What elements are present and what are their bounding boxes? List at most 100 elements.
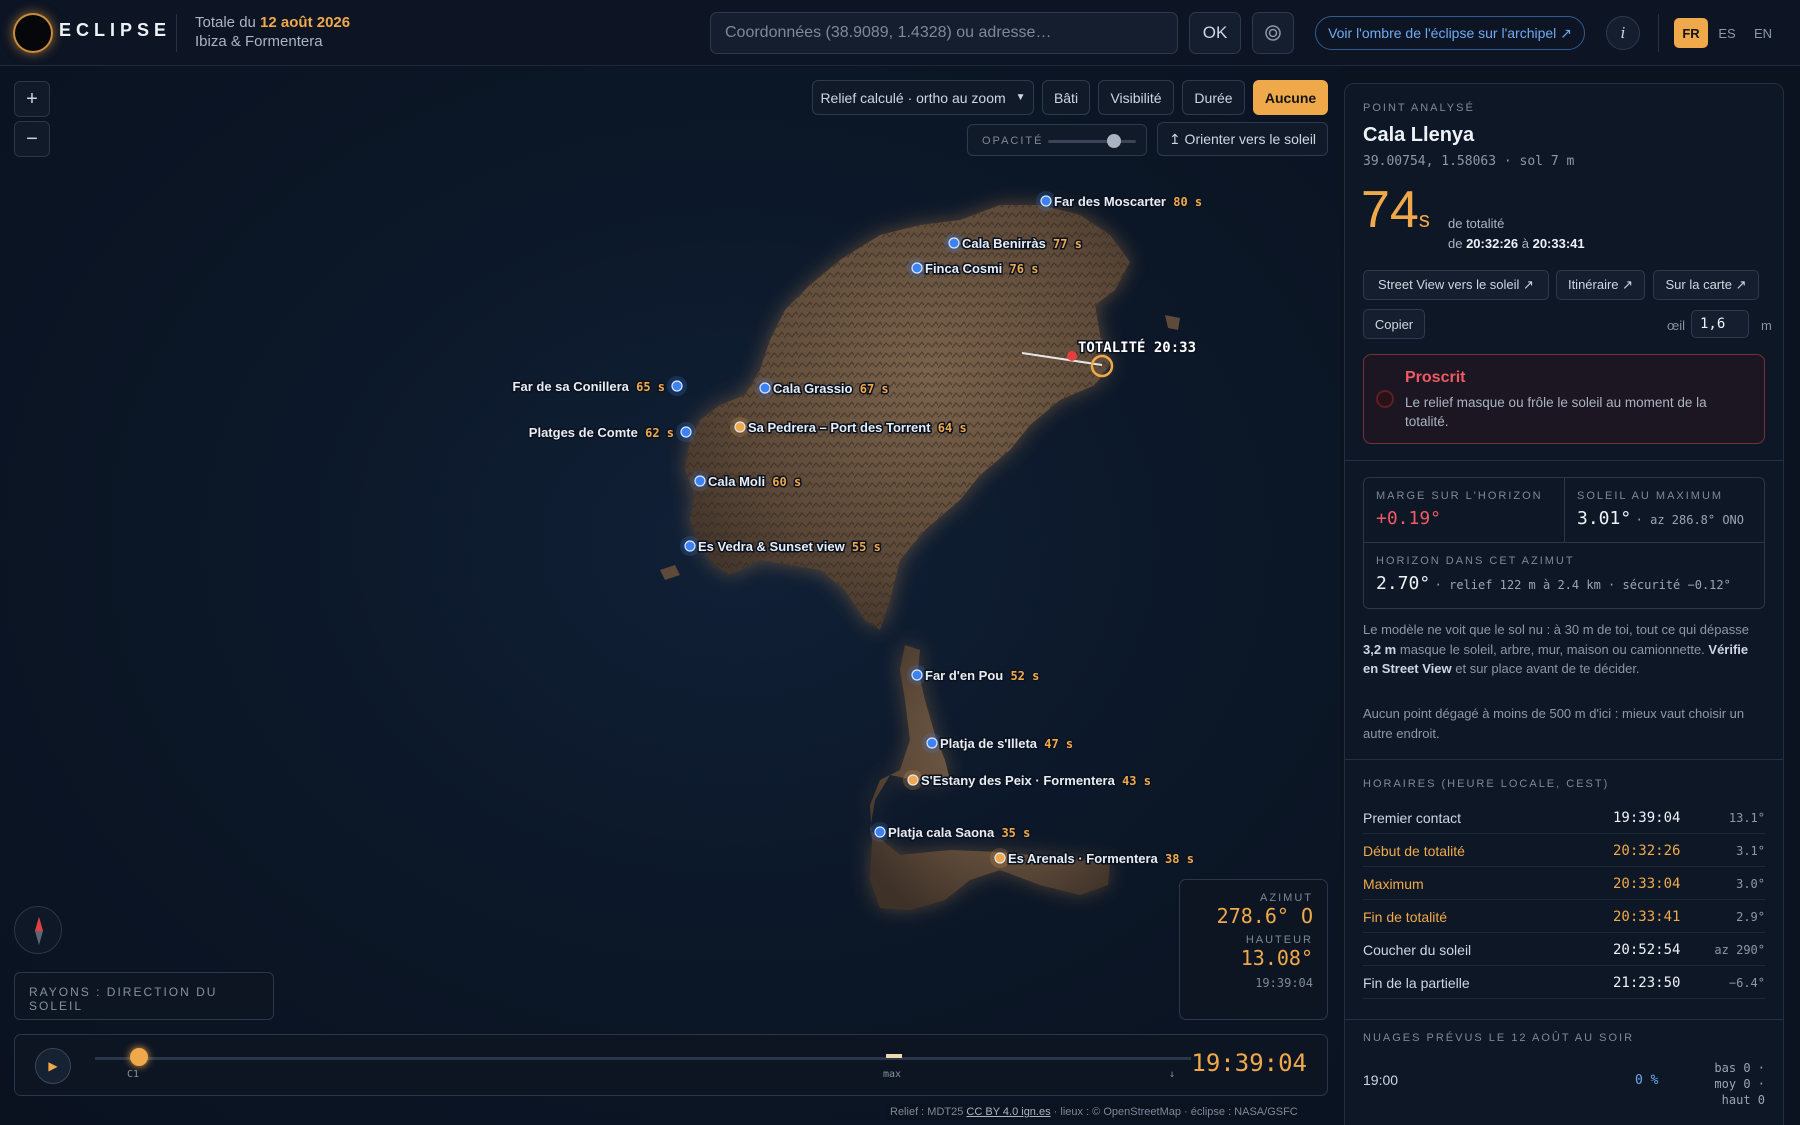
- sunmax-value: 3.01°: [1577, 508, 1632, 529]
- show-on-map-button[interactable]: Sur la carte ↗: [1653, 270, 1759, 300]
- rays-legend: RAYONS : DIRECTION DU SOLEIL: [14, 972, 274, 1020]
- place-name-label: Cala Benirràs 77 s: [962, 236, 1082, 251]
- place-dot[interactable]: [684, 540, 696, 552]
- place-duration-label: 52 s: [1003, 669, 1039, 683]
- relief-select-value: Relief calculé · ortho au zoom: [820, 89, 1006, 106]
- recommended-place-dot[interactable]: [734, 421, 746, 433]
- place-name-label: Far des Moscarter 80 s: [1054, 194, 1202, 209]
- place-marker[interactable]: Platja cala Saona 35 s: [870, 822, 1032, 842]
- eclipse-logo-icon: [15, 15, 51, 51]
- sun-position-box: AZIMUT 278.6° O HAUTEUR 13.08° 19:39:04: [1179, 879, 1328, 1020]
- cloud-low: bas 0 ·: [1714, 1061, 1765, 1075]
- totality-seconds: 74: [1361, 181, 1419, 239]
- cloud-percent: 0 %: [1635, 1073, 1659, 1088]
- subtitle-date: 12 août 2026: [260, 14, 351, 31]
- place-dot[interactable]: [694, 475, 706, 487]
- clouds-label: NUAGES PRÉVUS LE 12 AOÛT AU SOIR: [1363, 1032, 1635, 1044]
- divider: [1658, 14, 1659, 52]
- verdict-title: Proscrit: [1405, 369, 1466, 386]
- place-name-label: S'Estany des Peix · Formentera 43 s: [921, 773, 1151, 788]
- eye-height-unit: m: [1761, 318, 1772, 333]
- locate-button[interactable]: [1252, 12, 1294, 54]
- eye-height-input[interactable]: [1691, 310, 1749, 338]
- azimut-value: 278.6° O: [1216, 904, 1313, 928]
- margin-value: +0.19°: [1376, 508, 1442, 529]
- island-map[interactable]: Far des Moscarter 80 s Cala Benirràs 77 s…: [0, 67, 1340, 1125]
- timeline[interactable]: ▶ C1 max ↓ 19:39:04: [14, 1034, 1328, 1096]
- timeline-track[interactable]: [95, 1057, 1191, 1060]
- place-name-label: Far de sa Conillera 65 s: [513, 379, 665, 394]
- eclipse-shadow-link[interactable]: Voir l'ombre de l'éclipse sur l'archipel…: [1315, 16, 1585, 50]
- times-row: Coucher du soleil 20:52:54 az 290°: [1363, 934, 1765, 966]
- opacity-slider-handle[interactable]: [1107, 134, 1121, 148]
- note-height: 3,2 m: [1363, 641, 1397, 657]
- horizon-value: 2.70°: [1376, 573, 1431, 594]
- itinerary-button[interactable]: Itinéraire ↗: [1556, 270, 1645, 300]
- divider: [176, 14, 177, 52]
- totality-time-label: TOTALITÉ 20:33: [1078, 339, 1196, 356]
- place-dot[interactable]: [680, 426, 692, 438]
- times-row-altitude: −6.4°: [1728, 976, 1765, 990]
- place-name-label: Far d'en Pou 52 s: [925, 668, 1039, 683]
- place-dot[interactable]: [1040, 195, 1052, 207]
- verdict-alert: Proscrit Le relief masque ou frôle le so…: [1363, 354, 1765, 444]
- place-marker[interactable]: Es Arenals · Formentera 38 s: [990, 848, 1195, 868]
- place-dot[interactable]: [911, 262, 923, 274]
- layer-bati-button[interactable]: Bâti: [1042, 80, 1090, 115]
- lang-es-button[interactable]: ES: [1710, 18, 1744, 48]
- place-marker[interactable]: S'Estany des Peix · Formentera 43 s: [903, 770, 1152, 790]
- place-dot[interactable]: [759, 382, 771, 394]
- opacity-slider-track[interactable]: [1048, 140, 1136, 143]
- lang-fr-button[interactable]: FR: [1674, 18, 1708, 48]
- times-row-name: Coucher du soleil: [1363, 942, 1472, 958]
- subtitle-place: Ibiza & Formentera: [195, 33, 323, 50]
- margin-label: MARGE SUR L'HORIZON: [1376, 490, 1543, 502]
- compass-button[interactable]: [14, 906, 62, 954]
- place-duration-label: 65 s: [629, 380, 665, 394]
- copy-button[interactable]: Copier: [1363, 309, 1425, 339]
- horizon-label: HORIZON DANS CET AZIMUT: [1376, 555, 1575, 567]
- subtitle-prefix: Totale du: [195, 14, 261, 31]
- place-dot[interactable]: [926, 737, 938, 749]
- place-name-label: Platja cala Saona 35 s: [888, 825, 1030, 840]
- relief-select[interactable]: Relief calculé · ortho au zoom ▼: [812, 80, 1034, 115]
- place-dot[interactable]: [948, 237, 960, 249]
- place-marker[interactable]: Far de sa Conillera 65 s: [511, 376, 687, 396]
- ok-button[interactable]: OK: [1189, 12, 1241, 54]
- times-row: Fin de totalité 20:33:41 2.9°: [1363, 901, 1765, 933]
- times-row-name: Premier contact: [1363, 810, 1462, 826]
- recommended-place-dot[interactable]: [907, 774, 919, 786]
- place-duration-label: 67 s: [853, 382, 889, 396]
- license-link[interactable]: CC BY 4.0 ign.es: [966, 1106, 1050, 1118]
- opacity-control[interactable]: OPACITÉ: [967, 124, 1147, 156]
- layer-duree-button[interactable]: Durée: [1182, 80, 1245, 115]
- layer-aucune-button[interactable]: Aucune: [1253, 80, 1328, 115]
- place-name: Finca Cosmi: [925, 261, 1002, 276]
- place-name-label: Es Arenals · Formentera 38 s: [1008, 851, 1194, 866]
- place-name: Platja de s'Illeta: [940, 736, 1038, 751]
- place-dot[interactable]: [671, 380, 683, 392]
- street-view-button[interactable]: Street View vers le soleil ↗: [1363, 270, 1549, 300]
- layer-visibilite-button[interactable]: Visibilité: [1098, 80, 1174, 115]
- top-bar: ECLIPSE Totale du 12 août 2026 Ibiza & F…: [0, 0, 1800, 66]
- timeline-end-label: ↓: [1169, 1069, 1176, 1080]
- place-dot[interactable]: [911, 669, 923, 681]
- orient-to-sun-button[interactable]: ↥ Orienter vers le soleil: [1157, 122, 1328, 156]
- zoom-out-button[interactable]: −: [14, 121, 50, 157]
- times-row-name: Fin de totalité: [1363, 909, 1448, 925]
- place-marker[interactable]: Platja de s'Illeta 47 s: [922, 733, 1075, 753]
- zoom-in-button[interactable]: +: [14, 81, 50, 117]
- lang-en-button[interactable]: EN: [1746, 18, 1780, 48]
- info-button[interactable]: i: [1606, 16, 1640, 50]
- totality-duration: 74s: [1361, 180, 1430, 250]
- place-dot[interactable]: [874, 826, 886, 838]
- play-button[interactable]: ▶: [35, 1048, 71, 1084]
- place-marker[interactable]: Platges de Comte 62 s: [527, 422, 696, 442]
- times-row: Début de totalité 20:32:26 3.1°: [1363, 835, 1765, 867]
- recommended-place-dot[interactable]: [994, 852, 1006, 864]
- search-input[interactable]: [710, 12, 1178, 54]
- map-area[interactable]: Far des Moscarter 80 s Cala Benirràs 77 s…: [0, 67, 1340, 1125]
- place-marker[interactable]: Far d'en Pou 52 s: [907, 665, 1041, 685]
- place-marker[interactable]: Far des Moscarter 80 s: [1036, 191, 1204, 211]
- timeline-handle[interactable]: [129, 1048, 148, 1066]
